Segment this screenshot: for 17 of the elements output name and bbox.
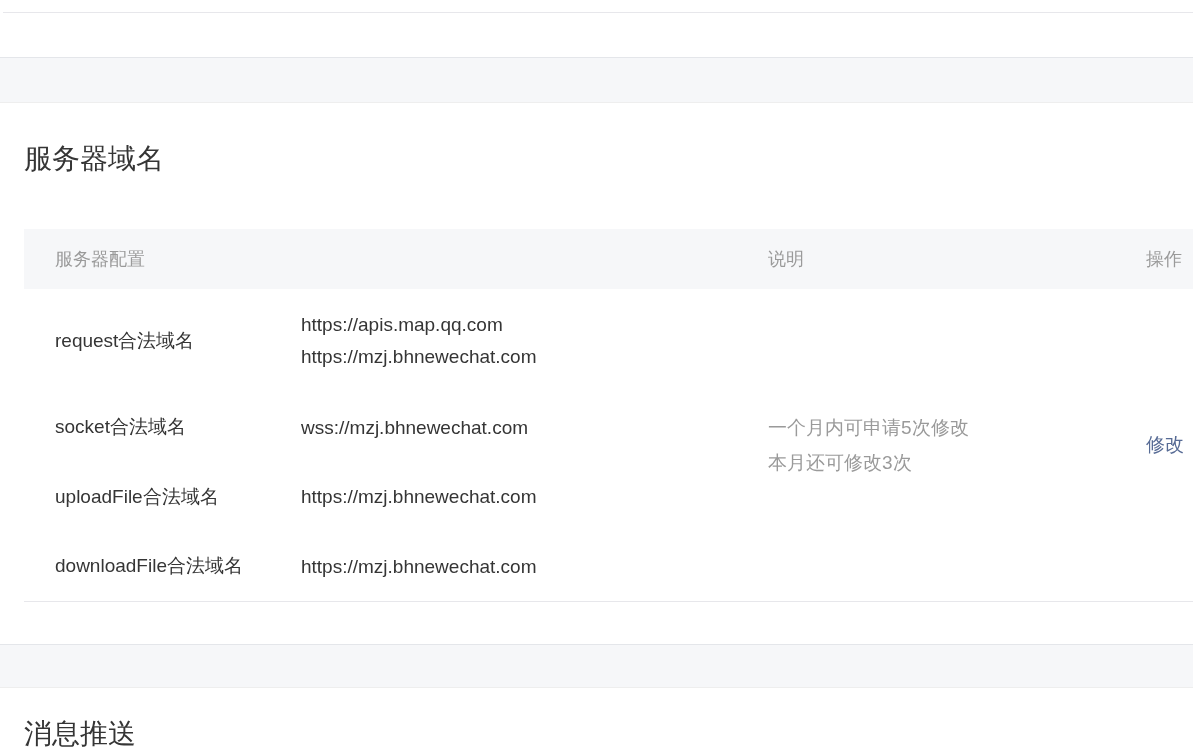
domain-url: wss://mzj.bhnewechat.com [301,415,529,440]
domain-url: https://mzj.bhnewechat.com [301,554,537,579]
domain-url: https://mzj.bhnewechat.com [301,345,537,369]
domain-type-label: downloadFile合法域名 [55,554,243,579]
column-header: 服务器配置 [55,247,145,271]
modify-link[interactable]: 修改 [1146,430,1184,460]
domain-url: https://apis.map.qq.com [301,313,503,337]
domain-type-label: request合法域名 [55,328,195,353]
domain-type-label: socket合法域名 [55,415,186,440]
section-title: 服务器域名 [24,142,164,176]
column-header: 操作 [1146,247,1182,271]
section-title: 消息推送 [24,718,136,750]
domain-url: https://mzj.bhnewechat.com [301,485,537,509]
description-text: 本月还可修改3次 [768,451,912,475]
description-text: 一个月内可申请5次修改 [768,416,969,440]
domain-type-label: uploadFile合法域名 [55,484,219,509]
column-header: 说明 [768,247,804,271]
